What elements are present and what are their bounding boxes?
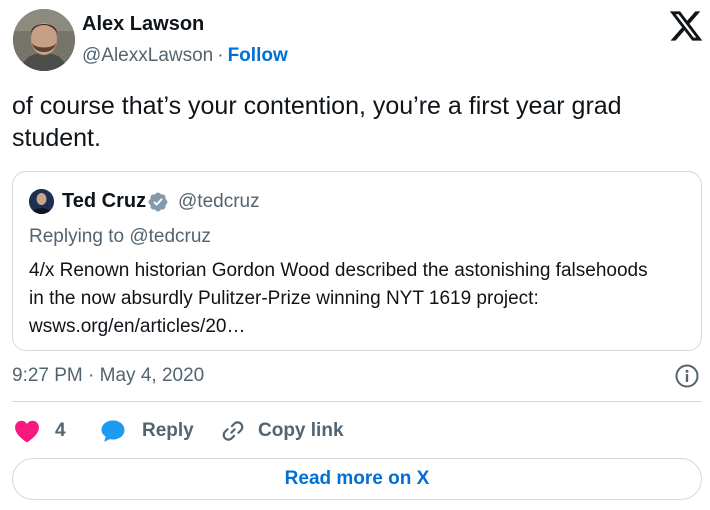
quoted-author-name: Ted Cruz — [62, 190, 147, 212]
tweet-text: of course that’s your contention, you’re… — [12, 92, 622, 152]
verified-badge-icon — [147, 191, 169, 213]
quoted-text-line: wsws.org/en/articles/20… — [29, 316, 246, 337]
author-handle-row: @AlexxLawson · Follow — [82, 45, 288, 67]
author-avatar[interactable] — [13, 9, 75, 71]
quoted-author-avatar — [29, 189, 54, 214]
quoted-text-line: in the now absurdly Pulitzer-Prize winni… — [29, 288, 539, 309]
reply-label: Reply — [142, 420, 194, 441]
quoted-text-line: 4/x Renown historian Gordon Wood describ… — [29, 260, 648, 281]
read-more-button[interactable]: Read more on X — [12, 458, 702, 500]
tweet-timestamp[interactable]: 9:27 PM · May 4, 2020 — [12, 365, 204, 387]
heart-icon — [14, 419, 40, 443]
follow-button[interactable]: Follow — [228, 45, 288, 66]
reply-button[interactable]: Reply — [100, 417, 194, 445]
quoted-tweet-card[interactable]: Ted Cruz @tedcruz Replying to @tedcruz 4… — [12, 171, 702, 351]
x-logo-icon[interactable] — [668, 8, 704, 44]
speech-bubble-icon — [100, 419, 126, 443]
divider — [12, 401, 702, 402]
separator-dot: · — [217, 45, 224, 66]
quoted-tweet-text: 4/x Renown historian Gordon Wood describ… — [29, 257, 694, 341]
like-button[interactable]: 4 — [14, 417, 66, 445]
quoted-author-handle: @tedcruz — [178, 191, 260, 212]
info-icon[interactable] — [674, 363, 700, 389]
like-count: 4 — [55, 420, 66, 441]
copy-link-label: Copy link — [258, 420, 344, 441]
copy-link-button[interactable]: Copy link — [220, 417, 344, 445]
replying-to-label: Replying to @tedcruz — [29, 226, 211, 247]
link-icon — [220, 418, 246, 444]
author-handle[interactable]: @AlexxLawson — [82, 45, 213, 66]
author-name[interactable]: Alex Lawson — [82, 13, 204, 36]
